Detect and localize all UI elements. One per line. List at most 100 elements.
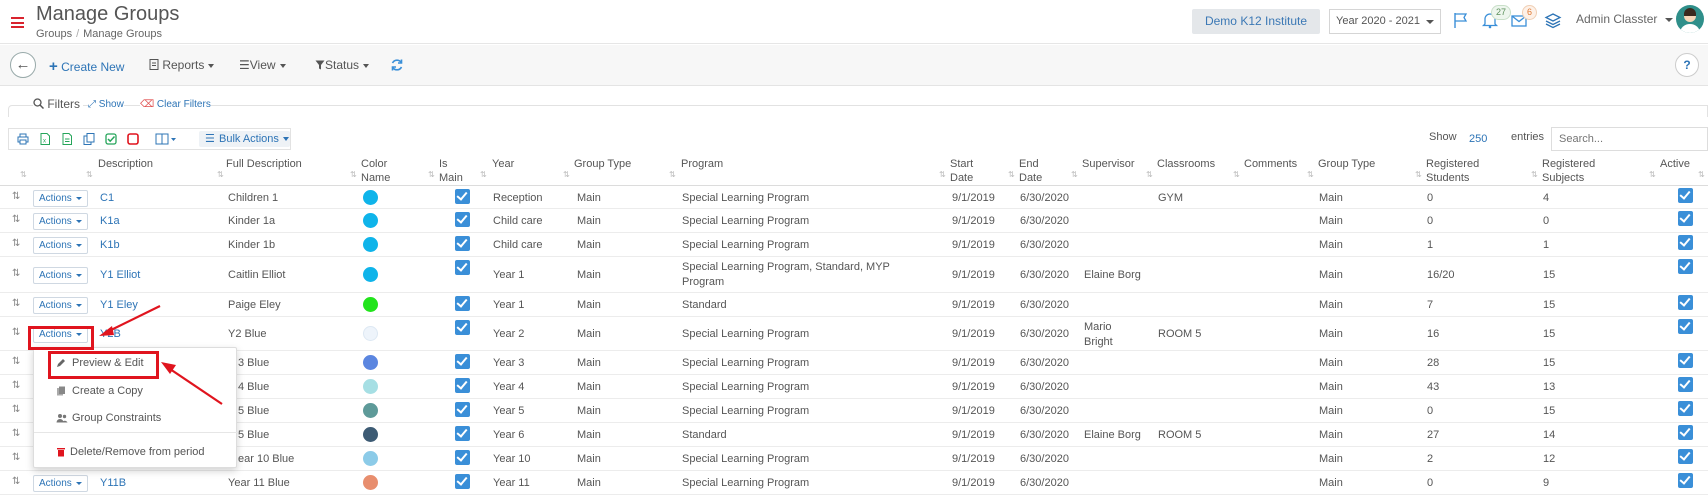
drag-handle-icon[interactable]: ⇅ [12,268,20,279]
drag-handle-icon[interactable]: ⇅ [12,191,20,202]
search-input[interactable] [1551,127,1708,151]
layers-icon[interactable] [1544,11,1562,29]
back-button[interactable]: ← [10,52,36,78]
actions-button[interactable]: Actions [33,190,88,207]
active-checkbox[interactable] [1678,449,1693,464]
drag-handle-icon[interactable]: ⇅ [12,298,20,309]
drag-handle-icon[interactable]: ⇅ [12,476,20,487]
registered-subjects-cell: 13 [1543,381,1556,393]
drag-handle-icon[interactable]: ⇅ [12,404,20,415]
classroom-cell: ROOM 5 [1158,429,1202,441]
active-checkbox[interactable] [1678,211,1693,226]
drag-handle-icon[interactable]: ⇅ [12,356,20,367]
color-swatch [363,475,378,490]
is-main-checkbox[interactable] [455,320,470,335]
active-checkbox[interactable] [1678,353,1693,368]
refresh-icon[interactable] [390,58,404,72]
is-main-checkbox[interactable] [455,354,470,369]
drag-handle-icon[interactable]: ⇅ [12,214,20,225]
drag-handle-icon[interactable]: ⇅ [12,452,20,463]
col-color-name[interactable]: Color Name [361,157,390,185]
description-link[interactable]: K1a [100,214,120,228]
description-link[interactable]: K1b [100,238,120,252]
drag-handle-icon[interactable]: ⇅ [12,380,20,391]
is-main-checkbox[interactable] [455,189,470,204]
entries-select[interactable]: 250 [1469,133,1487,145]
is-main-checkbox[interactable] [455,296,470,311]
actions-button[interactable]: Actions [33,475,88,492]
col-program[interactable]: Program [681,157,723,171]
col-is-main[interactable]: Is Main [439,157,463,185]
is-main-checkbox[interactable] [455,474,470,489]
registered-subjects-cell: 15 [1543,405,1556,417]
flag-icon[interactable] [1452,11,1470,29]
col-supervisor[interactable]: Supervisor [1082,157,1135,171]
drag-handle-icon[interactable]: ⇅ [12,327,20,338]
active-checkbox[interactable] [1678,377,1693,392]
user-name[interactable]: Admin Classter [1576,12,1657,26]
excel-icon[interactable]: x [39,133,51,145]
col-classrooms[interactable]: Classrooms [1157,157,1215,171]
menu-delete[interactable]: Delete/Remove from period [70,446,205,458]
show-filters-link[interactable]: ⤢ Show [88,99,124,110]
description-link[interactable]: Y1 Elliot [100,268,140,282]
list-icon: ☰ [205,133,215,145]
active-checkbox[interactable] [1678,473,1693,488]
is-main-checkbox[interactable] [455,402,470,417]
actions-button[interactable]: Actions [33,267,88,284]
is-main-checkbox[interactable] [455,450,470,465]
menu-icon[interactable] [11,17,24,28]
view-button[interactable]: ☰View [239,58,286,72]
col-group-type[interactable]: Group Type [574,157,631,171]
col-registered-students[interactable]: Registered Students [1426,157,1479,185]
is-main-checkbox[interactable] [455,236,470,251]
col-start-date[interactable]: Start Date [950,157,973,185]
institute-button[interactable]: Demo K12 Institute [1192,9,1320,34]
actions-button[interactable]: Actions [33,213,88,230]
status-button[interactable]: Status [315,58,370,72]
active-checkbox[interactable] [1678,188,1693,203]
actions-button[interactable]: Actions [33,297,88,314]
is-main-checkbox[interactable] [455,426,470,441]
drag-handle-icon[interactable]: ⇅ [12,428,20,439]
col-active[interactable]: Active [1660,157,1690,171]
active-checkbox[interactable] [1678,259,1693,274]
description-link[interactable]: Y11B [100,476,126,490]
print-icon[interactable] [17,133,29,145]
create-new-button[interactable]: + Create New [49,58,124,75]
year-select[interactable]: Year 2020 - 2021 [1329,9,1441,34]
columns-icon[interactable] [155,133,177,145]
is-main-checkbox[interactable] [455,378,470,393]
avatar[interactable] [1676,5,1704,33]
col-year[interactable]: Year [492,157,514,171]
clear-filters-link[interactable]: ⌫ Clear Filters [140,99,211,110]
active-checkbox[interactable] [1678,425,1693,440]
active-checkbox[interactable] [1678,319,1693,334]
uncheck-all-icon[interactable] [127,133,139,145]
col-end-date[interactable]: End Date [1019,157,1042,185]
menu-group-constraints[interactable]: Group Constraints [72,412,161,424]
program-cell: Special Learning Program [682,215,810,227]
actions-button[interactable]: Actions [33,237,88,254]
col-full-description[interactable]: Full Description [226,157,302,171]
bulk-actions-button[interactable]: ☰ Bulk Actions [199,131,290,147]
user-menu-caret-icon[interactable] [1665,18,1673,22]
col-group-type-2[interactable]: Group Type [1318,157,1375,171]
col-registered-subjects[interactable]: Registered Subjects [1542,157,1595,185]
active-checkbox[interactable] [1678,295,1693,310]
col-comments[interactable]: Comments [1244,157,1297,171]
drag-handle-icon[interactable]: ⇅ [12,238,20,249]
copy-icon[interactable] [83,133,95,145]
menu-create-copy[interactable]: Create a Copy [72,385,143,397]
col-description[interactable]: Description [98,157,153,171]
check-all-icon[interactable] [105,133,117,145]
csv-icon[interactable] [61,133,73,145]
description-link[interactable]: C1 [100,191,114,205]
breadcrumb-groups[interactable]: Groups [36,28,72,40]
is-main-checkbox[interactable] [455,260,470,275]
is-main-checkbox[interactable] [455,212,470,227]
help-button[interactable]: ? [1675,53,1699,77]
reports-button[interactable]: Reports [149,58,215,72]
active-checkbox[interactable] [1678,401,1693,416]
active-checkbox[interactable] [1678,235,1693,250]
